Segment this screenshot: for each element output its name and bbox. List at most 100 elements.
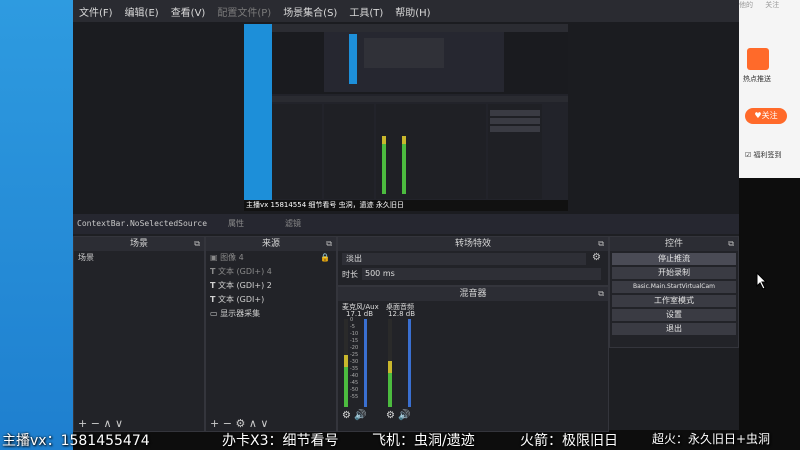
- controls-dock: 控件 ⧉ 停止推流 开始录制 Basic.Main.StartVirtualCam…: [609, 236, 739, 348]
- controls-title: 控件 ⧉: [610, 237, 738, 251]
- follow-button[interactable]: ♥关注: [745, 108, 787, 124]
- caption-vx: 主播vx：1581455474: [2, 433, 150, 449]
- menu-bar: 文件(F) 编辑(E) 查看(V) 配置文件(P) 场景集合(S) 工具(T) …: [73, 0, 739, 22]
- db-tick: -15: [350, 338, 359, 344]
- image-icon: ▣: [210, 253, 218, 262]
- mixer-title: 混音器 ⧉: [338, 287, 608, 301]
- follow-label: 关注: [761, 111, 778, 120]
- dock-float-icon[interactable]: ⧉: [194, 237, 200, 251]
- source-item[interactable]: T 文本 (GDI+): [206, 293, 336, 307]
- transition-type: 淡出: [346, 254, 362, 263]
- desktop-fader[interactable]: [408, 319, 411, 407]
- db-tick: -30: [350, 359, 359, 365]
- preview-detail: 细节看号: [308, 201, 337, 209]
- side-top-item[interactable]: 关注: [765, 1, 779, 9]
- settings-button[interactable]: 设置: [612, 309, 736, 321]
- scenes-title: 场景 ⧉: [74, 237, 204, 251]
- obs-window: 文件(F) 编辑(E) 查看(V) 配置文件(P) 场景集合(S) 工具(T) …: [73, 0, 739, 432]
- side-top-item[interactable]: 他的: [739, 1, 753, 9]
- transition-select[interactable]: 淡出: [342, 253, 586, 265]
- menu-tools[interactable]: 工具(T): [343, 4, 389, 19]
- source-item[interactable]: ▣ 图像 4 🔒: [206, 251, 336, 265]
- context-bar: ContextBar.NoSelectedSource 属性 滤镜: [73, 214, 739, 234]
- dock-float-icon[interactable]: ⧉: [728, 237, 734, 251]
- db-scale: 0 -5 -10 -15 -20 -25 -30 -35 -40 -45 -50…: [350, 317, 358, 401]
- source-item[interactable]: T 文本 (GDI+) 2: [206, 279, 336, 293]
- speaker-icon[interactable]: 🔊: [354, 410, 366, 421]
- db-tick: -10: [350, 331, 359, 337]
- scenes-title-text: 场景: [129, 239, 148, 249]
- source-name: 文本 (GDI+): [218, 295, 265, 304]
- preview-number: 15814554: [270, 201, 307, 209]
- side-header: 他的 关注: [739, 0, 800, 10]
- desktop-controls: ⚙ 🔊: [386, 410, 411, 421]
- lock-icon[interactable]: 🔒: [320, 251, 330, 265]
- checkin-icon: ☑: [745, 151, 752, 159]
- db-tick: -5: [350, 324, 355, 330]
- text-icon: T: [210, 267, 216, 276]
- hot-push-label: 热点推送: [743, 75, 771, 83]
- db-tick: -25: [350, 352, 359, 358]
- mic-fader[interactable]: [364, 319, 367, 407]
- menu-help[interactable]: 帮助(H): [389, 4, 436, 19]
- properties-button[interactable]: 属性: [228, 218, 244, 229]
- nested-preview-image: [244, 24, 568, 211]
- mixer-title-text: 混音器: [459, 289, 487, 299]
- hot-push-icon[interactable]: [747, 48, 769, 70]
- stop-streaming-button[interactable]: 停止推流: [612, 253, 736, 265]
- virtual-cam-button[interactable]: Basic.Main.StartVirtualCam: [612, 281, 736, 293]
- duration-input[interactable]: 500 ms: [362, 268, 601, 280]
- db-tick: -20: [350, 345, 359, 351]
- preview-plane: 虫洞，遗迹: [338, 201, 374, 209]
- gear-icon[interactable]: ⚙: [592, 252, 601, 263]
- text-icon: T: [210, 281, 216, 290]
- side-dark-area: [739, 178, 800, 450]
- dock-float-icon[interactable]: ⧉: [598, 237, 604, 251]
- source-name: 文本 (GDI+) 4: [218, 267, 272, 276]
- mouse-cursor-icon: [756, 272, 768, 290]
- source-item[interactable]: T 文本 (GDI+) 4: [206, 265, 336, 279]
- start-recording-button[interactable]: 开始录制: [612, 267, 736, 279]
- db-tick: -35: [350, 366, 359, 372]
- transitions-title-text: 转场特效: [454, 239, 491, 249]
- text-icon: T: [210, 295, 216, 304]
- preview-rocket: 永久旧日: [375, 201, 404, 209]
- menu-edit[interactable]: 编辑(E): [119, 4, 165, 19]
- db-tick: -55: [350, 394, 359, 400]
- gear-icon[interactable]: ⚙: [386, 410, 395, 421]
- scenes-dock: 场景 ⧉ 场景 + − ∧ ∨: [73, 236, 205, 432]
- duration-value: 500 ms: [365, 269, 395, 278]
- desktop-background: [0, 0, 73, 450]
- exit-button[interactable]: 退出: [612, 323, 736, 335]
- controls-title-text: 控件: [664, 239, 683, 249]
- context-label: ContextBar.NoSelectedSource: [77, 219, 208, 228]
- menu-scene-collection[interactable]: 场景集合(S): [277, 4, 343, 19]
- scene-item[interactable]: 场景: [74, 251, 204, 265]
- menu-profile[interactable]: 配置文件(P): [211, 4, 277, 19]
- caption-superfire: 超火：永久旧日+虫洞: [652, 432, 771, 446]
- source-name: 文本 (GDI+) 2: [218, 281, 272, 290]
- sources-title-text: 来源: [261, 239, 280, 249]
- studio-mode-button[interactable]: 工作室模式: [612, 295, 736, 307]
- duration-label: 时长: [342, 270, 358, 279]
- preview-caption: 主播vx 15814554 细节看号 虫洞，遗迹 永久旧日: [246, 200, 566, 210]
- gear-icon[interactable]: ⚙: [342, 410, 351, 421]
- caption-plane: 飞机：虫洞/遗迹: [372, 433, 475, 449]
- caption-rocket: 火箭：极限旧日: [520, 433, 618, 449]
- db-tick: -45: [350, 380, 359, 386]
- filters-button[interactable]: 滤镜: [285, 218, 301, 229]
- menu-view[interactable]: 查看(V): [165, 4, 212, 19]
- dock-float-icon[interactable]: ⧉: [598, 287, 604, 301]
- source-name: 图像 4: [220, 253, 244, 262]
- dock-float-icon[interactable]: ⧉: [326, 237, 332, 251]
- caption-card: 办卡X3：细节看号: [222, 433, 339, 449]
- preview-canvas[interactable]: 主播vx 15814554 细节看号 虫洞，遗迹 永久旧日: [244, 24, 568, 211]
- benefit-row[interactable]: ☑ 福利签到: [745, 150, 782, 160]
- transitions-dock: 转场特效 ⧉ 淡出 ⚙ 时长 500 ms: [337, 236, 609, 286]
- sources-title: 来源 ⧉: [206, 237, 336, 251]
- source-item[interactable]: ▭ 显示器采集: [206, 307, 336, 321]
- menu-file[interactable]: 文件(F): [73, 4, 119, 19]
- speaker-icon[interactable]: 🔊: [398, 410, 410, 421]
- mixer-dock: 混音器 ⧉ 麦克风/Aux 桌面音频 17.1 dB 12.8 dB 0 -5 -…: [337, 286, 609, 432]
- preview-area: 主播vx 15814554 细节看号 虫洞，遗迹 永久旧日: [73, 22, 739, 214]
